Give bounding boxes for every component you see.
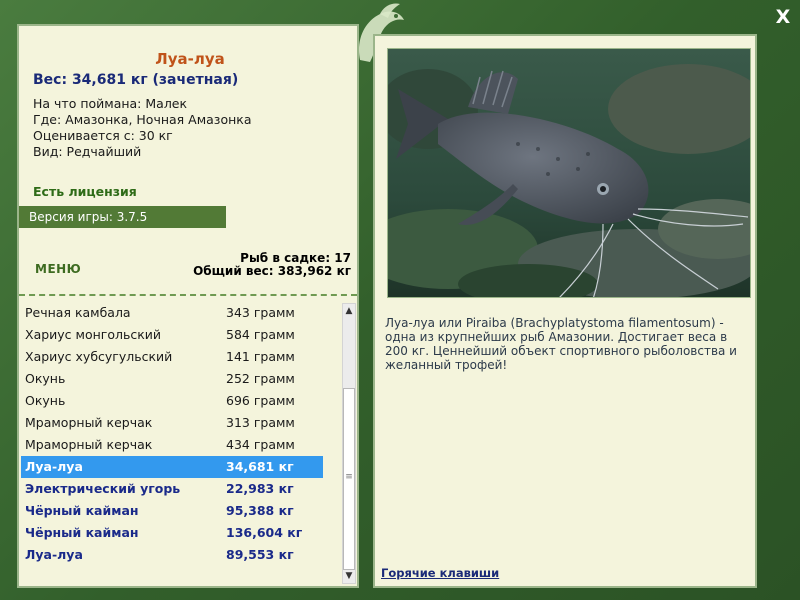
catch-list-item[interactable]: Чёрный кайман 136,604 кг <box>21 522 323 544</box>
catfish-illustration <box>388 49 750 297</box>
fish-description: Луа-луа или Piraiba (Brachyplatystoma fi… <box>385 316 737 372</box>
catch-fish-name: Речная камбала <box>25 305 131 320</box>
catch-fish-name: Луа-луа <box>25 547 83 562</box>
catch-fish-weight: 313 грамм <box>226 415 295 430</box>
catch-list-item[interactable]: Хариус монгольский 584 грамм <box>21 324 323 346</box>
catch-list-item[interactable]: Хариус хубсугульский 141 грамм <box>21 346 323 368</box>
catch-fish-weight: 343 грамм <box>226 305 295 320</box>
version-bar: Версия игры: 3.7.5 <box>19 206 226 228</box>
grip-icon: ≡ <box>345 472 353 482</box>
bait-info: На что поймана: Малек <box>33 96 188 111</box>
catch-fish-weight: 252 грамм <box>226 371 295 386</box>
catch-fish-name: Луа-луа <box>25 459 83 474</box>
divider <box>19 294 357 296</box>
catch-list-item[interactable]: Луа-луа 34,681 кг <box>21 456 323 478</box>
license-status: Есть лицензия <box>33 184 137 199</box>
catch-fish-name: Чёрный кайман <box>25 503 139 518</box>
total-weight: Общий вес: 383,962 кг <box>193 264 351 278</box>
location-info: Где: Амазонка, Ночная Амазонка <box>33 112 252 127</box>
catch-fish-weight: 434 грамм <box>226 437 295 452</box>
catch-list-item[interactable]: Мраморный керчак 313 грамм <box>21 412 323 434</box>
catch-list-item[interactable]: Электрический угорь 22,983 кг <box>21 478 323 500</box>
catch-fish-name: Окунь <box>25 371 66 386</box>
fish-info-panel: Луа-луа Вес: 34,681 кг (зачетная) На что… <box>17 24 359 588</box>
arrow-up-icon[interactable]: ▲ <box>343 304 355 318</box>
catch-fish-name: Хариус монгольский <box>25 327 162 342</box>
catch-list-item[interactable]: Окунь 696 грамм <box>21 390 323 412</box>
catch-list-item[interactable]: Окунь 252 грамм <box>21 368 323 390</box>
fish-detail-panel: Луа-луа или Piraiba (Brachyplatystoma fi… <box>373 34 757 588</box>
catch-fish-name: Мраморный керчак <box>25 415 153 430</box>
catfish-photo <box>387 48 751 298</box>
catch-fish-name: Чёрный кайман <box>25 525 139 540</box>
close-button[interactable]: X <box>772 6 794 28</box>
fish-weight: Вес: 34,681 кг (зачетная) <box>33 72 239 88</box>
fish-title: Луа-луа <box>155 50 225 68</box>
catch-list-item[interactable]: Луа-луа 89,553 кг <box>21 544 323 566</box>
keepnet-stats: Рыб в садке: 17 Общий вес: 383,962 кг <box>193 252 351 278</box>
catch-list[interactable]: Речная камбала 343 грамм Хариус монгольски… <box>21 302 323 566</box>
catch-fish-weight: 584 грамм <box>226 327 295 342</box>
catch-fish-name: Окунь <box>25 393 66 408</box>
catch-fish-weight: 22,983 кг <box>226 481 294 496</box>
catch-fish-name: Электрический угорь <box>25 481 181 496</box>
rating-info: Оценивается с: 30 кг <box>33 128 173 143</box>
hotkeys-link[interactable]: Горячие клавиши <box>381 566 499 580</box>
kind-info: Вид: Редчайший <box>33 144 142 159</box>
menu-button[interactable]: МЕНЮ <box>35 262 81 276</box>
catch-fish-weight: 34,681 кг <box>226 459 294 474</box>
catch-list-item[interactable]: Чёрный кайман 95,388 кг <box>21 500 323 522</box>
catch-fish-weight: 89,553 кг <box>226 547 294 562</box>
catch-fish-weight: 95,388 кг <box>226 503 294 518</box>
catch-fish-weight: 136,604 кг <box>226 525 303 540</box>
catch-list-scrollbar[interactable]: ▲ ≡ ▼ <box>342 303 356 584</box>
catch-fish-name: Мраморный керчак <box>25 437 153 452</box>
catch-list-item[interactable]: Речная камбала 343 грамм <box>21 302 323 324</box>
catch-fish-weight: 141 грамм <box>226 349 295 364</box>
catch-fish-weight: 696 грамм <box>226 393 295 408</box>
catch-list-item[interactable]: Мраморный керчак 434 грамм <box>21 434 323 456</box>
catch-fish-name: Хариус хубсугульский <box>25 349 173 364</box>
arrow-down-icon[interactable]: ▼ <box>343 569 355 583</box>
